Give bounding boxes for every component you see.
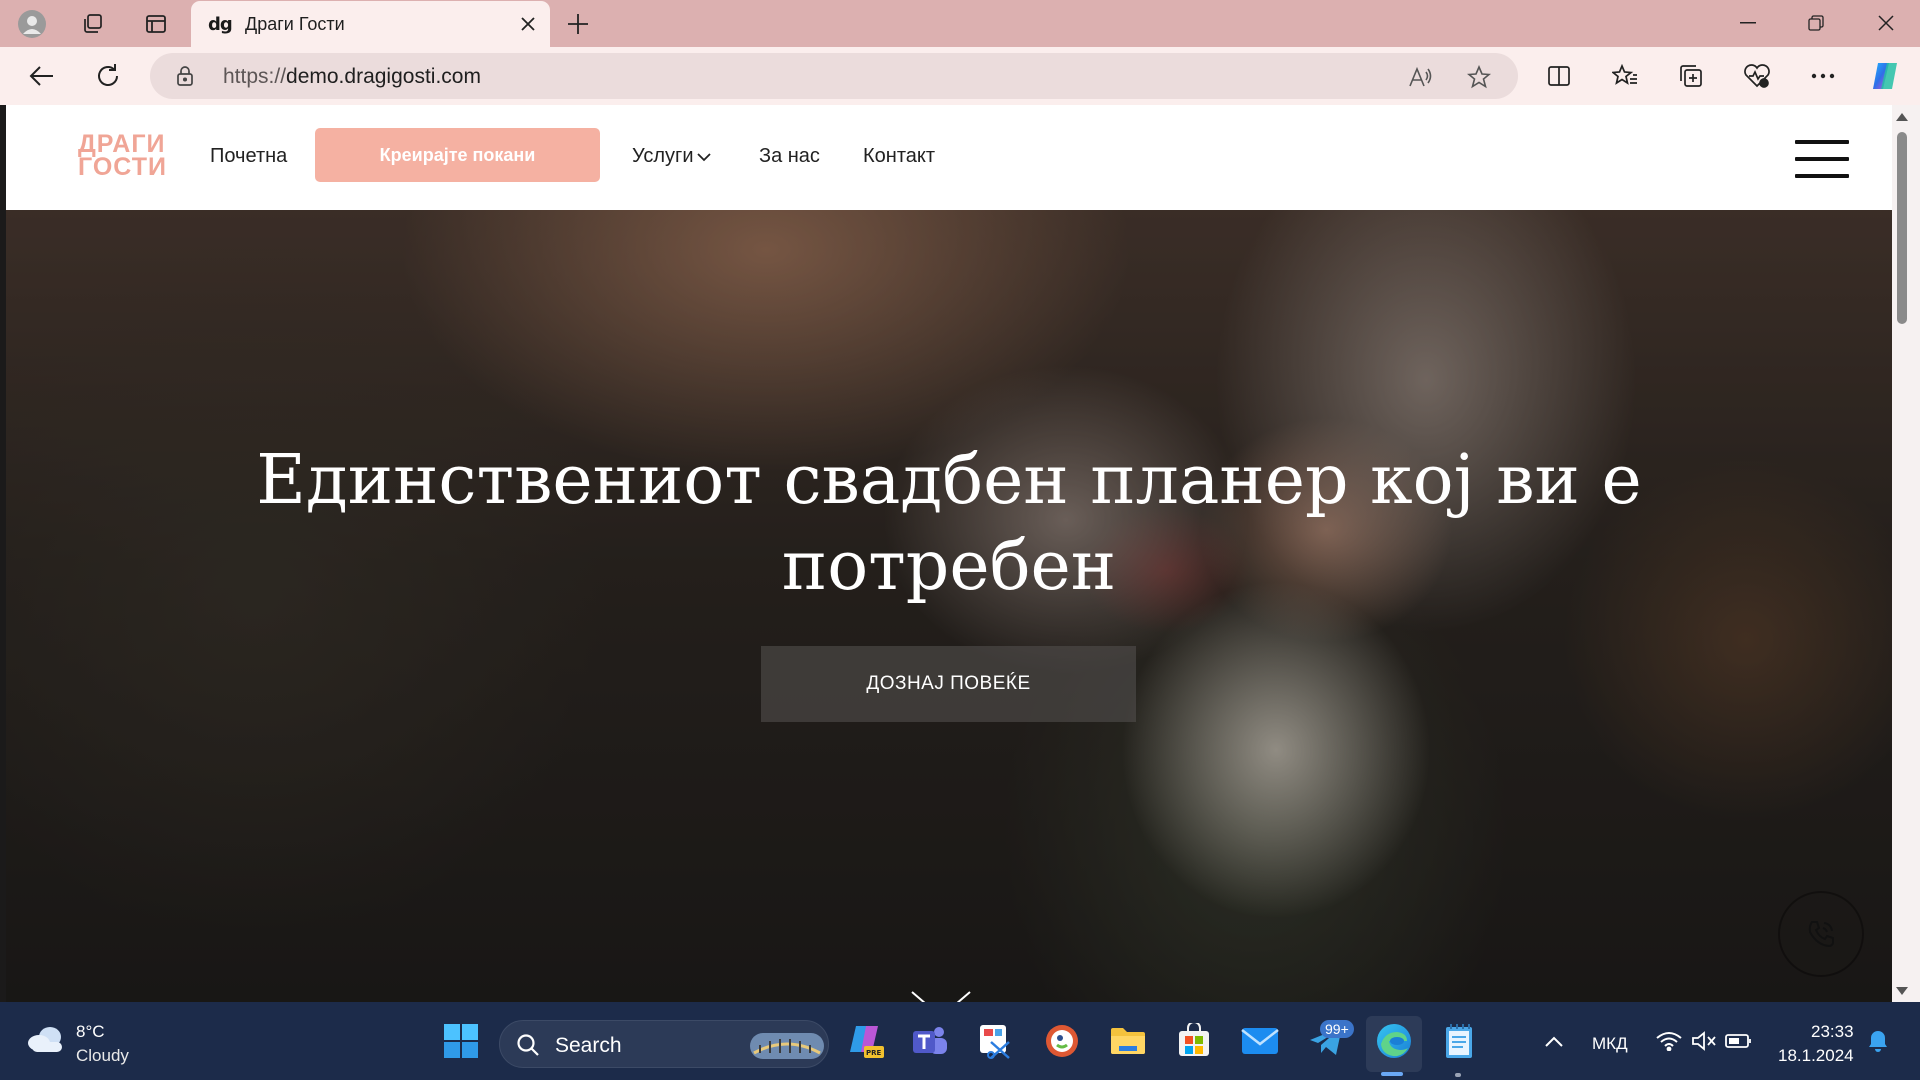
hero-title: Единствениот свадбен планер кој ви е пот… (256, 441, 1642, 606)
microsoft-store-icon[interactable] (1172, 1019, 1216, 1063)
edge-browser-icon[interactable] (1372, 1019, 1416, 1063)
running-app-indicator (1455, 1073, 1461, 1077)
browser-essentials-icon[interactable] (1740, 59, 1774, 93)
file-explorer-icon[interactable] (1106, 1019, 1150, 1063)
learn-more-button[interactable]: ДОЗНАЈ ПОВЕЌЕ (761, 646, 1136, 722)
favorite-star-icon[interactable] (1465, 63, 1493, 91)
active-tab[interactable]: dg Драги Гости (191, 1, 550, 47)
favorites-icon[interactable] (1608, 59, 1642, 93)
chevron-down-icon (696, 145, 711, 168)
copilot-preview-icon[interactable]: PRE (843, 1019, 887, 1063)
nav-services-label: Услуги (632, 145, 694, 167)
search-icon (516, 1033, 540, 1062)
back-icon[interactable] (25, 59, 59, 93)
site-header: ДРАГИ ГОСТИ Почетна Креирајте покани Усл… (6, 105, 1892, 209)
phone-call-icon[interactable] (1778, 891, 1864, 977)
browser-toolbar: https://demo.dragigosti.com (0, 47, 1920, 105)
battery-icon[interactable] (1717, 1019, 1761, 1063)
nav-services-link[interactable]: Услуги (632, 145, 711, 168)
url-text[interactable]: https://demo.dragigosti.com (223, 65, 481, 89)
nav-contact-link[interactable]: Контакт (863, 145, 935, 168)
browser-tab-bar: dg Драги Гости (0, 0, 1920, 47)
refresh-icon[interactable] (91, 59, 125, 93)
more-options-icon[interactable] (1806, 59, 1840, 93)
clock-date[interactable]: 18.1.2024 (1778, 1046, 1854, 1066)
scrollbar-thumb[interactable] (1897, 132, 1907, 324)
taskbar-search-box[interactable]: Search (499, 1020, 829, 1068)
restore-icon[interactable] (1786, 4, 1846, 42)
clock-time[interactable]: 23:33 (1811, 1022, 1854, 1042)
split-screen-icon[interactable] (1542, 59, 1576, 93)
vertical-tabs-icon[interactable] (140, 8, 172, 40)
workspaces-icon[interactable] (77, 8, 109, 40)
profile-avatar-icon[interactable] (16, 8, 48, 40)
scroll-up-icon[interactable] (1894, 110, 1910, 124)
copilot-icon[interactable] (1868, 59, 1902, 93)
lock-icon[interactable] (176, 65, 194, 92)
mail-icon[interactable] (1238, 1019, 1282, 1063)
tab-favicon-icon: dg (208, 14, 233, 35)
svg-text:PRE: PRE (866, 1049, 882, 1057)
site-logo[interactable]: ДРАГИ ГОСТИ (78, 132, 168, 181)
hamburger-menu-icon[interactable] (1795, 140, 1849, 178)
close-window-icon[interactable] (1856, 4, 1916, 42)
notification-bell-icon[interactable] (1856, 1019, 1900, 1063)
logo-line-2: ГОСТИ (78, 153, 167, 181)
nav-home-link[interactable]: Почетна (210, 145, 287, 168)
scroll-down-arrow-icon[interactable] (906, 990, 976, 1002)
snipping-tool-icon[interactable] (973, 1019, 1017, 1063)
search-highlight-icon (750, 1029, 824, 1066)
duckduckgo-icon[interactable] (1040, 1019, 1084, 1063)
active-app-indicator (1381, 1072, 1403, 1076)
collections-icon[interactable] (1674, 59, 1708, 93)
scroll-down-icon[interactable] (1894, 984, 1910, 998)
weather-temperature[interactable]: 8°C (76, 1022, 105, 1042)
windows-taskbar: 8°C Cloudy Search PRE 99+ МКД 23:33 18.1… (0, 1002, 1920, 1080)
input-language-indicator[interactable]: МКД (1592, 1034, 1628, 1054)
minimize-icon[interactable] (1718, 4, 1778, 42)
page-viewport: ДРАГИ ГОСТИ Почетна Креирајте покани Усл… (6, 105, 1892, 1002)
search-placeholder: Search (555, 1034, 622, 1057)
read-aloud-icon[interactable] (1406, 63, 1434, 91)
close-tab-icon[interactable] (516, 12, 540, 36)
create-invitations-button[interactable]: Креирајте покани (315, 128, 600, 182)
weather-description[interactable]: Cloudy (76, 1046, 129, 1066)
nav-about-link[interactable]: За нас (759, 145, 820, 168)
notepad-icon[interactable] (1437, 1019, 1481, 1063)
hero-section: Единствениот свадбен планер кој ви е пот… (6, 210, 1892, 1002)
notification-count-badge: 99+ (1320, 1020, 1354, 1038)
windows-start-icon[interactable] (439, 1019, 483, 1063)
new-tab-icon[interactable] (562, 8, 594, 40)
teams-icon[interactable] (908, 1019, 952, 1063)
address-bar[interactable]: https://demo.dragigosti.com (150, 53, 1518, 99)
show-hidden-icons-chevron-up-icon[interactable] (1532, 1019, 1576, 1063)
tab-title: Драги Гости (245, 14, 345, 34)
cloud-icon[interactable] (26, 1024, 66, 1059)
